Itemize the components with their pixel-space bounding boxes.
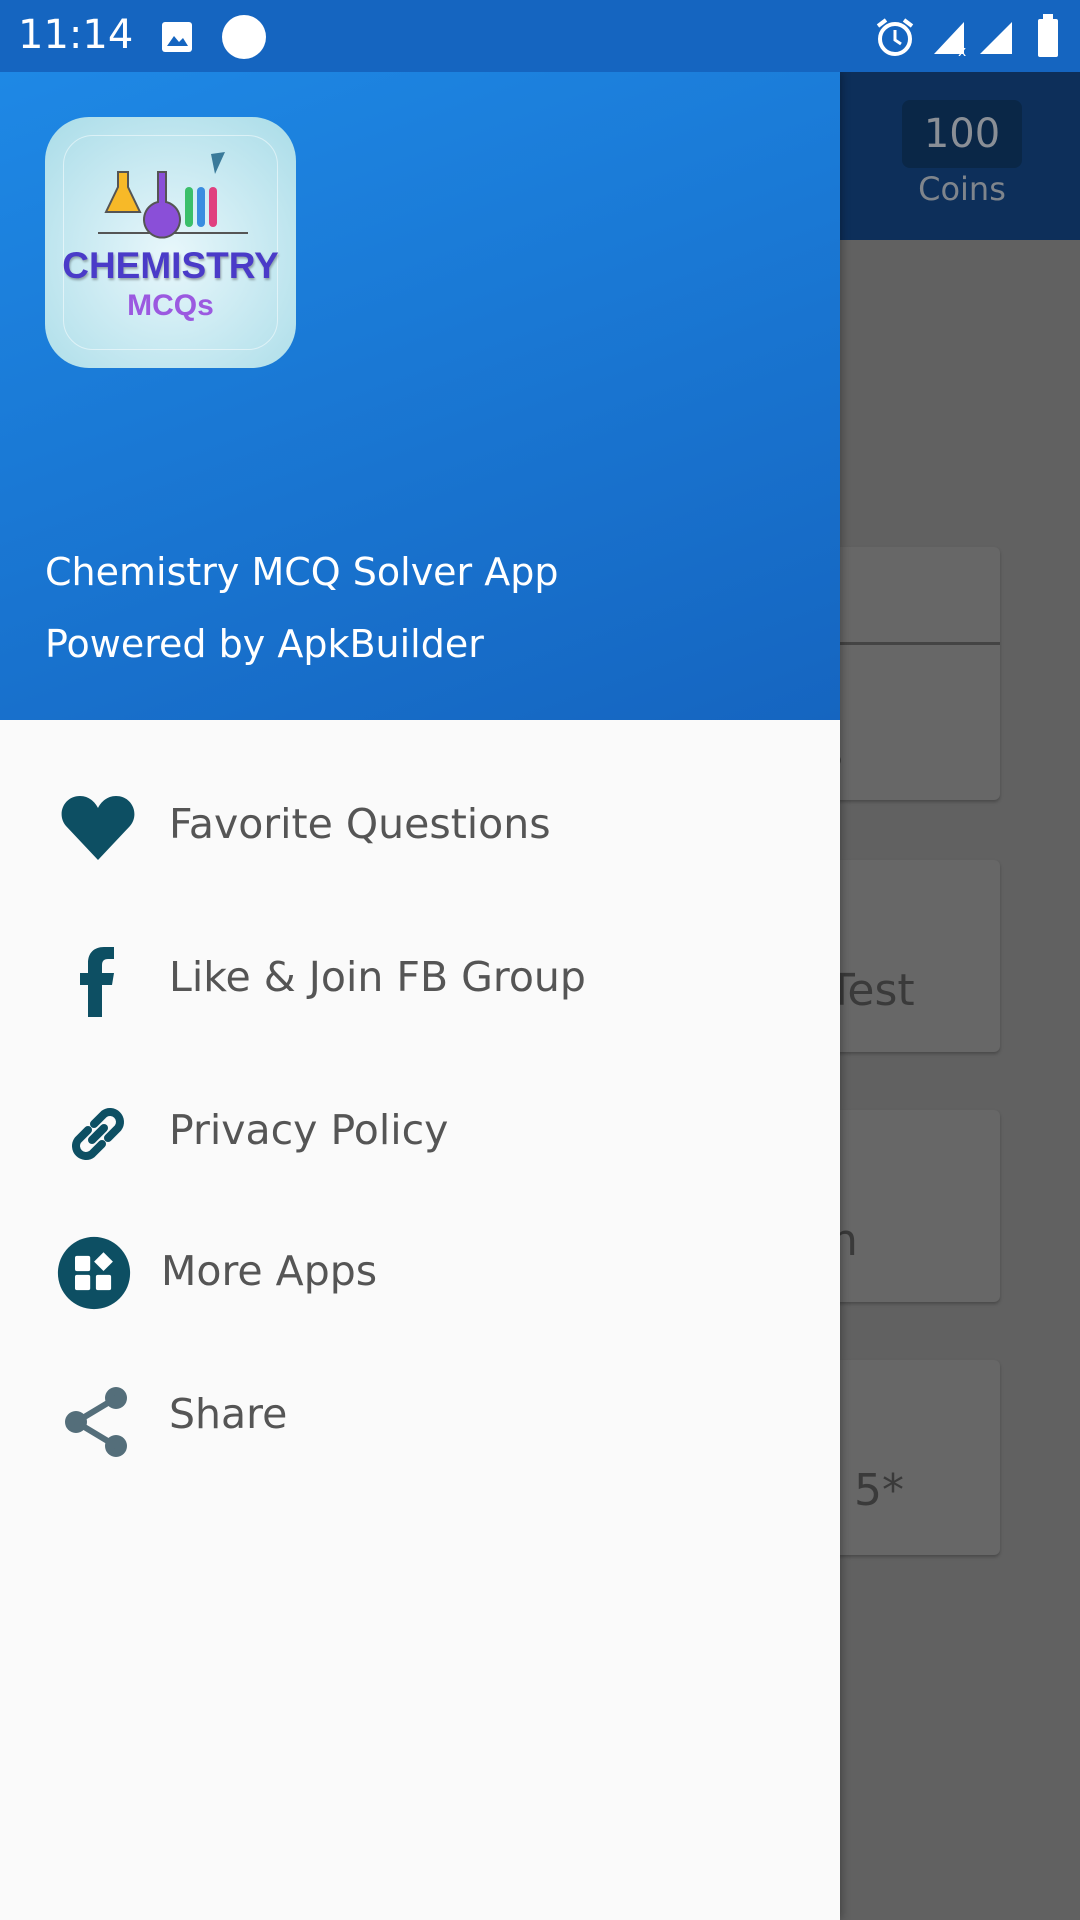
navigation-drawer: CHEMISTRY MCQs Chemistry MCQ Solver App … — [0, 72, 840, 1920]
status-time: 11:14 — [18, 12, 134, 58]
coins-value[interactable]: 100 — [902, 100, 1022, 168]
app-name: Chemistry MCQ Solver App — [45, 550, 559, 594]
card-text: Test — [828, 965, 915, 1016]
menu-item-fb-group[interactable]: Like & Join FB Group — [0, 901, 840, 1041]
apps-icon — [57, 1236, 131, 1310]
menu-item-label: Privacy Policy — [169, 1106, 449, 1154]
signal-icon — [980, 22, 1012, 54]
card-text: 5* — [854, 1465, 904, 1516]
image-icon — [162, 22, 192, 52]
menu-item-label: Share — [169, 1390, 288, 1438]
lab-equipment-icon — [98, 152, 248, 239]
alarm-icon — [876, 18, 914, 56]
powered-by: Powered by ApkBuilder — [45, 622, 484, 666]
coins-label: Coins — [918, 170, 1006, 208]
menu-item-label: More Apps — [161, 1247, 378, 1295]
logo-subtitle: MCQs — [127, 289, 214, 322]
menu-item-label: Like & Join FB Group — [169, 953, 586, 1001]
signal-no-sim-icon: x — [934, 22, 966, 58]
menu-item-privacy-policy[interactable]: Privacy Policy — [0, 1054, 840, 1194]
drawer-header: CHEMISTRY MCQs Chemistry MCQ Solver App … — [0, 72, 840, 720]
heart-icon — [61, 796, 135, 860]
facebook-icon — [80, 947, 114, 1017]
menu-item-label: Favorite Questions — [169, 800, 551, 848]
status-bar: 11:14 x — [0, 0, 1080, 72]
menu-item-more-apps[interactable]: More Apps — [0, 1205, 840, 1345]
menu-item-share[interactable]: Share — [0, 1352, 840, 1492]
battery-icon — [1038, 14, 1058, 57]
circle-icon — [222, 15, 266, 59]
link-icon — [72, 1108, 124, 1160]
app-logo: CHEMISTRY MCQs — [45, 117, 296, 368]
share-icon — [65, 1387, 127, 1457]
svg-text:x: x — [958, 44, 966, 58]
menu-item-favorite-questions[interactable]: Favorite Questions — [0, 748, 840, 888]
logo-title: CHEMISTRY — [62, 245, 279, 286]
